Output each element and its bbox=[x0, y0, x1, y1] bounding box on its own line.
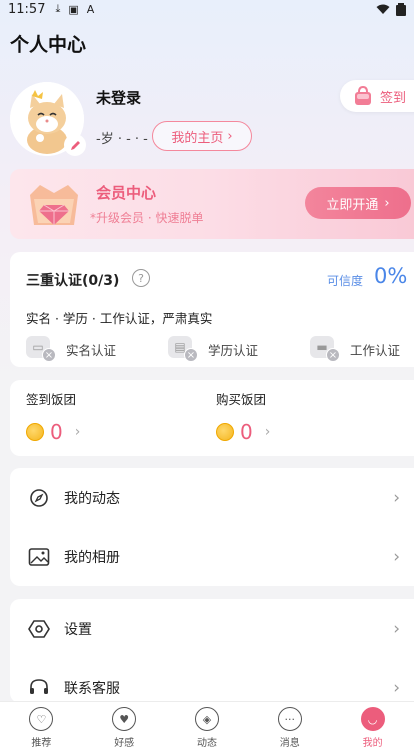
checkin-rice-value[interactable]: 0 › bbox=[26, 420, 80, 444]
menu-item-my-album[interactable]: 我的相册 › bbox=[10, 527, 414, 586]
recommend-icon: ♡ bbox=[29, 707, 54, 731]
tab-messages[interactable]: ··· 消息 bbox=[248, 702, 331, 755]
unverified-x-icon: × bbox=[326, 348, 340, 362]
verification-card: 三重认证(0/3) ? 可信度 0% 实名 · 学历 · 工作认证，严肃真实 ▭… bbox=[10, 252, 414, 367]
tab-label: 好感 bbox=[114, 738, 135, 749]
purchase-rice-label: 购买饭团 bbox=[216, 392, 267, 407]
vip-open-label: 立即开通 bbox=[326, 197, 379, 213]
menu-item-my-posts[interactable]: 我的动态 › bbox=[10, 468, 414, 527]
message-icon: ··· bbox=[277, 707, 302, 731]
menu-label: 设置 bbox=[64, 621, 92, 638]
credit-label: 可信度 bbox=[327, 274, 364, 288]
tab-moments[interactable]: ◈ 动态 bbox=[166, 702, 249, 755]
age-info: -岁 · - · - bbox=[96, 132, 148, 147]
tab-favor[interactable]: ♥ 好感 bbox=[83, 702, 166, 755]
compass-icon: ◈ bbox=[194, 707, 219, 731]
bottom-tab-bar: ♡ 推荐 ♥ 好感 ◈ 动态 ··· 消息 ◡ 我的 bbox=[0, 701, 414, 755]
work-label: 工作认证 bbox=[350, 342, 401, 358]
tab-mine[interactable]: ◡ 我的 bbox=[331, 702, 414, 755]
menu-group-1: 我的动态 › 我的相册 › bbox=[10, 468, 414, 586]
help-icon[interactable]: ? bbox=[132, 269, 150, 287]
real-name-label: 实名认证 bbox=[66, 342, 117, 358]
gift-bag-icon bbox=[355, 85, 371, 105]
education-verification[interactable]: ▤ × 学历认证 bbox=[168, 336, 258, 362]
status-bar: 11:57 ⤓ ▣ A bbox=[0, 0, 414, 18]
download-icon: ⤓ bbox=[55, 2, 61, 15]
menu-label: 我的动态 bbox=[64, 490, 120, 507]
vip-title: 会员中心 bbox=[96, 184, 157, 202]
work-verification[interactable]: ▬ × 工作认证 bbox=[310, 336, 400, 362]
status-time: 11:57 bbox=[8, 1, 46, 17]
settings-icon bbox=[28, 618, 50, 640]
verification-title: 三重认证(0/3) bbox=[26, 273, 120, 289]
chevron-right-icon: › bbox=[393, 618, 400, 639]
compass-icon bbox=[28, 487, 50, 509]
verification-description: 实名 · 学历 · 工作认证，严肃真实 bbox=[26, 311, 213, 326]
chevron-right-icon: › bbox=[393, 487, 400, 508]
menu-item-settings[interactable]: 设置 › bbox=[10, 599, 414, 658]
vip-center-card[interactable]: 会员中心 *升级会员 · 快速脱单 立即开通 › bbox=[10, 169, 414, 239]
education-label: 学历认证 bbox=[208, 342, 259, 358]
tab-label: 消息 bbox=[279, 738, 300, 749]
username: 未登录 bbox=[96, 89, 142, 107]
tab-recommend[interactable]: ♡ 推荐 bbox=[0, 702, 83, 755]
coin-icon bbox=[216, 423, 234, 441]
vip-open-button[interactable]: 立即开通 › bbox=[305, 187, 411, 219]
wifi-icon bbox=[376, 4, 390, 14]
credit-value: 0% bbox=[374, 264, 408, 288]
unverified-x-icon: × bbox=[184, 348, 198, 362]
pencil-icon bbox=[70, 140, 80, 150]
chevron-right-icon: › bbox=[227, 128, 233, 144]
chevron-right-icon: › bbox=[393, 546, 400, 567]
chevron-right-icon: › bbox=[384, 195, 390, 211]
chevron-right-icon: › bbox=[74, 424, 81, 440]
menu-label: 我的相册 bbox=[64, 549, 120, 566]
purchase-rice-value[interactable]: 0 › bbox=[216, 420, 270, 444]
heart-icon: ♥ bbox=[112, 707, 137, 731]
menu-label: 联系客服 bbox=[64, 680, 120, 697]
tab-label: 动态 bbox=[196, 738, 217, 749]
chevron-right-icon: › bbox=[264, 424, 271, 440]
my-homepage-button[interactable]: 我的主页 › bbox=[152, 121, 252, 151]
unverified-x-icon: × bbox=[42, 348, 56, 362]
chevron-right-icon: › bbox=[393, 677, 400, 698]
menu-group-2: 设置 › 联系客服 › bbox=[10, 599, 414, 703]
checkin-button[interactable]: 签到 bbox=[340, 80, 414, 112]
tab-label: 我的 bbox=[362, 738, 383, 749]
purchase-rice-count: 0 bbox=[240, 420, 253, 444]
checkin-label: 签到 bbox=[380, 90, 407, 106]
photo-album-icon bbox=[28, 546, 50, 568]
checkin-rice-label: 签到饭团 bbox=[26, 392, 77, 407]
my-homepage-label: 我的主页 bbox=[171, 130, 224, 146]
checkin-rice-count: 0 bbox=[50, 420, 63, 444]
edit-avatar-button[interactable] bbox=[64, 134, 86, 156]
tab-label: 推荐 bbox=[31, 738, 52, 749]
coin-icon bbox=[26, 423, 44, 441]
font-icon: A bbox=[86, 2, 95, 16]
headset-icon bbox=[28, 677, 50, 699]
diamond-crown-icon bbox=[30, 185, 78, 225]
real-name-verification[interactable]: ▭ × 实名认证 bbox=[26, 336, 116, 362]
screenshot-icon: ▣ bbox=[68, 2, 79, 16]
battery-icon bbox=[396, 2, 406, 16]
profile-icon: ◡ bbox=[360, 707, 385, 731]
page-title: 个人中心 bbox=[10, 34, 87, 56]
vip-subtitle: *升级会员 · 快速脱单 bbox=[90, 211, 204, 225]
rice-ball-card: 签到饭团 0 › 购买饭团 0 › bbox=[10, 380, 414, 456]
